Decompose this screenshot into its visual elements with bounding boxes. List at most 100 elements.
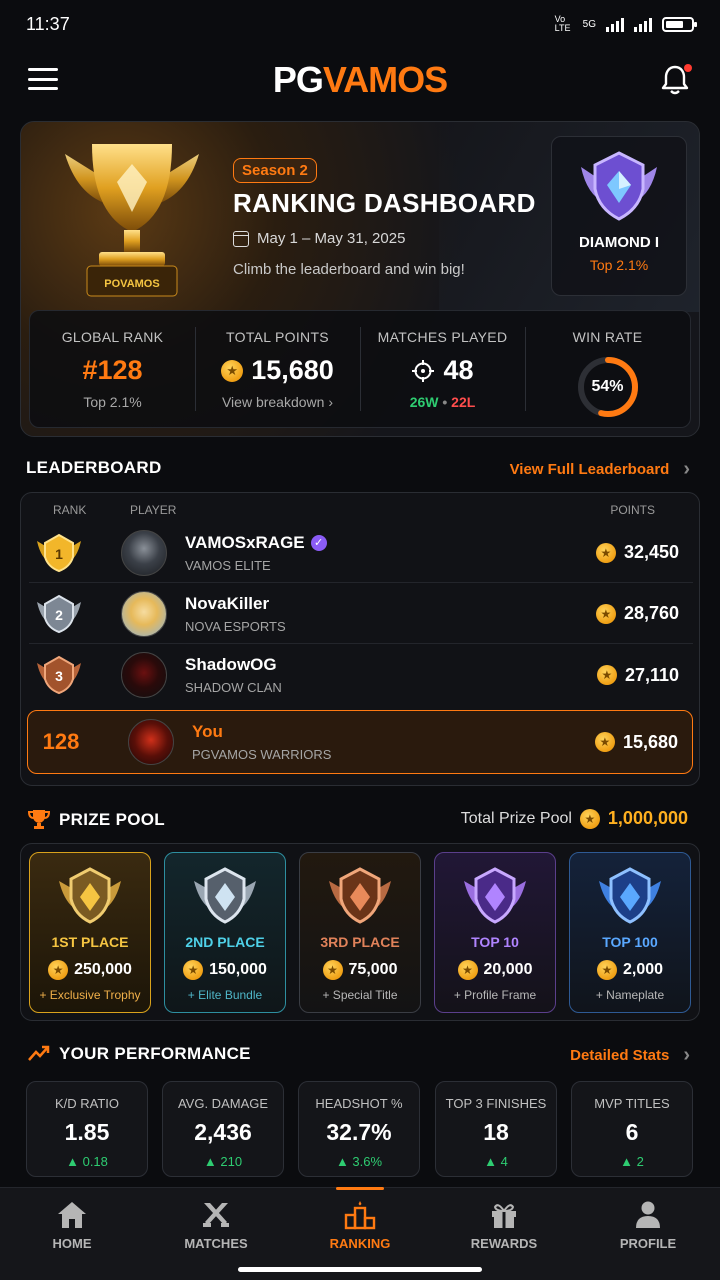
stats-summary: GLOBAL RANK #128 Top 2.1% TOTAL POINTS 1… [29, 310, 691, 428]
rank-tier-name: DIAMOND I [579, 234, 659, 251]
my-rank: 128 [42, 729, 80, 754]
perf-card-damage: AVG. DAMAGE 2,436 ▲ 210 [162, 1081, 284, 1177]
signal-icon [606, 16, 624, 32]
leaderboard-table: RANK PLAYER POINTS 1 VAMOSxRAGE ✓ VAMOS E… [20, 492, 700, 786]
coin-icon [183, 960, 204, 980]
season-dates: May 1 – May 31, 2025 [233, 230, 405, 247]
global-rank-percentile: Top 2.1% [83, 394, 142, 410]
app-header: PGVAMOS [0, 52, 720, 108]
svg-text:3: 3 [55, 668, 63, 684]
trophy-plate-text: POVAMOS [104, 278, 159, 290]
silver-shield-icon [194, 867, 256, 924]
notification-dot [684, 64, 692, 72]
total-prize-pool: Total Prize Pool 1,000,000 [461, 808, 688, 829]
nav-profile[interactable]: PROFILE [576, 1188, 720, 1280]
purple-shield-icon [464, 867, 526, 924]
player-team: PGVAMOS WARRIORS [192, 747, 332, 762]
player-name: You [192, 722, 223, 741]
player-points: 27,110 [624, 664, 679, 685]
perf-card-headshot: HEADSHOT % 32.7% ▲ 3.6% [298, 1081, 420, 1177]
player-points: 28,760 [623, 603, 679, 623]
crossed-swords-icon [203, 1203, 229, 1227]
nav-home[interactable]: HOME [0, 1188, 144, 1280]
bronze-medal-icon: 3 [29, 655, 89, 695]
season-dates-text: May 1 – May 31, 2025 [257, 230, 406, 247]
status-time: 11:37 [26, 13, 70, 34]
perf-card-mvp: MVP TITLES 6 ▲ 2 [571, 1081, 693, 1177]
leaderboard-row-current-user[interactable]: 128 You PGVAMOS WARRIORS 15,680 [27, 710, 693, 774]
gold-shield-icon [59, 867, 121, 924]
coin-icon [596, 960, 617, 980]
prize-card-2nd[interactable]: 2ND PLACE 150,000 + Elite Bundle [164, 852, 286, 1013]
view-breakdown-link[interactable]: View breakdown › [195, 394, 360, 410]
rank-tier-card[interactable]: DIAMOND I Top 2.1% [551, 136, 687, 296]
leaderboard-row[interactable]: 1 VAMOSxRAGE ✓ VAMOS ELITE 32,450 [29, 523, 693, 583]
prize-card-top100[interactable]: TOP 100 2,000 + Nameplate [569, 852, 691, 1013]
trending-up-icon [28, 1045, 50, 1061]
win-rate-value: 54% [591, 378, 624, 395]
season-badge: Season 2 [233, 158, 317, 183]
verified-badge-icon: ✓ [310, 534, 327, 551]
matches-played-value: 48 [443, 355, 474, 385]
win-rate-ring: 54% [576, 355, 640, 419]
gold-medal-icon: 1 [29, 533, 89, 573]
trophy-icon [28, 810, 50, 829]
avatar [121, 652, 167, 698]
win-loss-record: 26W • 22L [409, 394, 476, 410]
coin-icon [594, 732, 615, 752]
diamond-rank-icon [581, 151, 657, 221]
svg-text:2: 2 [55, 607, 63, 623]
rank-tier-percentile: Top 2.1% [589, 257, 649, 273]
coin-icon [595, 603, 616, 624]
prize-card-top10[interactable]: TOP 10 20,000 + Profile Frame [434, 852, 556, 1013]
player-name: ShadowOG [185, 655, 277, 674]
player-name: NovaKiller [185, 593, 270, 613]
perf-card-top3: TOP 3 FINISHES 18 ▲ 4 [435, 1081, 557, 1177]
player-name: VAMOSxRAGE [185, 532, 305, 552]
prize-card-3rd[interactable]: 3RD PLACE 75,000 + Special Title [299, 852, 421, 1013]
stat-total-points: TOTAL POINTS 15,680 View breakdown › [195, 311, 360, 427]
coin-icon [322, 960, 343, 980]
coin-icon [48, 960, 69, 980]
home-indicator [238, 1267, 482, 1272]
avatar [121, 590, 167, 637]
player-points: 15,680 [622, 731, 678, 752]
ranking-hero-card: POVAMOS Season 2 RANKING DASHBOARD May 1… [20, 121, 700, 437]
prize-card-1st[interactable]: 1ST PLACE 250,000 + Exclusive Trophy [29, 852, 151, 1013]
performance-title: YOUR PERFORMANCE [59, 1044, 251, 1063]
notification-bell-icon[interactable] [660, 64, 692, 96]
coin-icon [221, 359, 244, 382]
gift-icon [492, 1204, 516, 1228]
avatar [128, 719, 174, 765]
stat-win-rate: WIN RATE 54% [525, 311, 690, 427]
status-bar: 11:37 Vo LTE 5G [0, 0, 720, 48]
crosshair-icon [412, 359, 435, 382]
battery-icon [662, 16, 697, 32]
global-rank-value: #128 [82, 355, 143, 385]
view-full-leaderboard-link[interactable]: View Full Leaderboard › [510, 458, 690, 481]
profile-icon [636, 1201, 660, 1228]
bronze-shield-icon [329, 867, 391, 924]
player-team: SHADOW CLAN [185, 680, 282, 695]
home-icon [58, 1202, 86, 1228]
perf-card-kd: K/D RATIO 1.85 ▲ 0.18 [26, 1081, 148, 1177]
detailed-stats-link[interactable]: Detailed Stats › [570, 1044, 690, 1067]
leaderboard-row[interactable]: 3 ShadowOG SHADOW CLAN 27,110 [29, 645, 693, 705]
menu-icon[interactable] [28, 68, 58, 90]
coin-icon [595, 542, 616, 563]
hero-subtitle: Climb the leaderboard and win big! [233, 261, 465, 278]
chevron-right-icon: › [328, 394, 334, 410]
avatar [121, 529, 167, 576]
svg-text:1: 1 [55, 546, 63, 562]
player-team: VAMOS ELITE [185, 557, 271, 573]
leaderboard-row[interactable]: 2 NovaKiller NOVA ESPORTS 28,760 [29, 584, 693, 644]
status-icons: Vo LTE 5G [555, 15, 697, 33]
signal-icon-2 [634, 16, 652, 32]
prize-pool-panel: 1ST PLACE 250,000 + Exclusive Trophy 2ND… [20, 843, 700, 1021]
stat-global-rank: GLOBAL RANK #128 Top 2.1% [30, 311, 195, 427]
chevron-right-icon: › [683, 1044, 690, 1066]
podium-icon [344, 1201, 376, 1230]
coin-icon [457, 960, 478, 980]
leaderboard-title: LEADERBOARD [26, 458, 162, 477]
chevron-right-icon: › [683, 458, 690, 480]
